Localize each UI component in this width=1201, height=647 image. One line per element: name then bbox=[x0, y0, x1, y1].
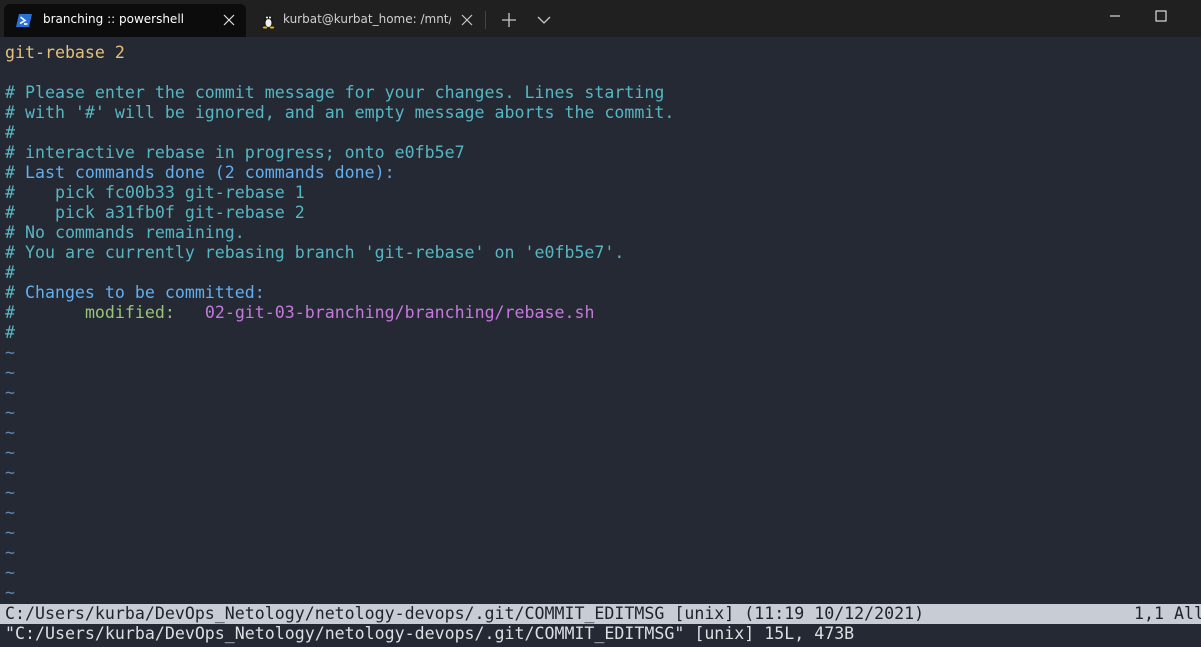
status-cursor-position: 1,1 All bbox=[1134, 604, 1201, 623]
comment-hash: # bbox=[5, 303, 85, 322]
vim-status-bar: C:/Users/kurba/DevOps_Netology/netology-… bbox=[0, 604, 1201, 624]
close-tab-icon[interactable] bbox=[222, 13, 236, 27]
vim-message-line: "C:/Users/kurba/DevOps_Netology/netology… bbox=[5, 624, 855, 643]
modified-gap bbox=[175, 303, 205, 322]
last-commands-line: # Last commands done (2 commands done): bbox=[5, 163, 395, 183]
comment-hash: # bbox=[5, 283, 25, 302]
terminal-pane[interactable]: git-rebase 2 # Please enter the commit m… bbox=[0, 37, 1201, 647]
tab-linux[interactable]: kurbat@kurbat_home: /mnt/c/U bbox=[248, 4, 484, 37]
comment-hash: # bbox=[5, 163, 25, 182]
new-tab-plus-icon[interactable] bbox=[498, 10, 520, 30]
empty-line-tilde: ~ bbox=[5, 563, 15, 582]
empty-line-tilde: ~ bbox=[5, 583, 15, 602]
commit-title-line[interactable]: git-rebase 2 bbox=[5, 43, 125, 63]
last-commands-label: Last commands done (2 commands done): bbox=[24, 163, 395, 182]
powershell-icon bbox=[16, 12, 33, 29]
comment-line: # interactive rebase in progress; onto e… bbox=[5, 143, 465, 162]
empty-line-tilde: ~ bbox=[5, 483, 15, 502]
chevron-down-icon[interactable] bbox=[534, 10, 554, 30]
comment-line: # bbox=[5, 263, 15, 282]
empty-line-tilde: ~ bbox=[5, 543, 15, 562]
empty-line-tilde: ~ bbox=[5, 383, 15, 402]
modified-label: modified: bbox=[84, 303, 175, 322]
changes-line: # Changes to be committed: bbox=[5, 283, 265, 303]
window-titlebar: branching :: powershell kurbat@kurbat_ho… bbox=[0, 0, 1201, 37]
empty-line-tilde: ~ bbox=[5, 423, 15, 442]
comment-line: # bbox=[5, 123, 15, 142]
empty-line-tilde: ~ bbox=[5, 403, 15, 422]
modified-path: 02-git-03-branching/branching/rebase.sh bbox=[204, 303, 595, 322]
tab-powershell[interactable]: branching :: powershell bbox=[4, 4, 246, 37]
tab-title: kurbat@kurbat_home: /mnt/c/U bbox=[283, 12, 451, 26]
empty-line-tilde: ~ bbox=[5, 363, 15, 382]
modified-line: # modified: 02-git-03-branching/branchin… bbox=[5, 303, 594, 323]
tab-title: branching :: powershell bbox=[43, 12, 184, 26]
changes-label: Changes to be committed: bbox=[24, 283, 265, 302]
comment-line: # You are currently rebasing branch 'git… bbox=[5, 243, 625, 262]
tab-divider bbox=[485, 11, 486, 29]
comment-line: # No commands remaining. bbox=[5, 223, 245, 242]
done-command-line: # pick fc00b33 git-rebase 1 bbox=[5, 183, 305, 202]
empty-line-tilde: ~ bbox=[5, 503, 15, 522]
empty-line-tilde: ~ bbox=[5, 523, 15, 542]
close-tab-icon[interactable] bbox=[460, 13, 474, 27]
maximize-icon[interactable] bbox=[1148, 5, 1172, 25]
minimize-icon[interactable] bbox=[1103, 6, 1127, 26]
linux-icon bbox=[260, 12, 277, 29]
status-file-info: C:/Users/kurba/DevOps_Netology/netology-… bbox=[5, 604, 925, 623]
empty-line-tilde: ~ bbox=[5, 343, 15, 362]
comment-line: # Please enter the commit message for yo… bbox=[5, 83, 665, 102]
comment-line: # bbox=[5, 323, 15, 342]
empty-line-tilde: ~ bbox=[5, 443, 15, 462]
empty-line-tilde: ~ bbox=[5, 463, 15, 482]
comment-line: # with '#' will be ignored, and an empty… bbox=[5, 103, 675, 122]
done-command-line: # pick a31fb0f git-rebase 2 bbox=[5, 203, 305, 222]
